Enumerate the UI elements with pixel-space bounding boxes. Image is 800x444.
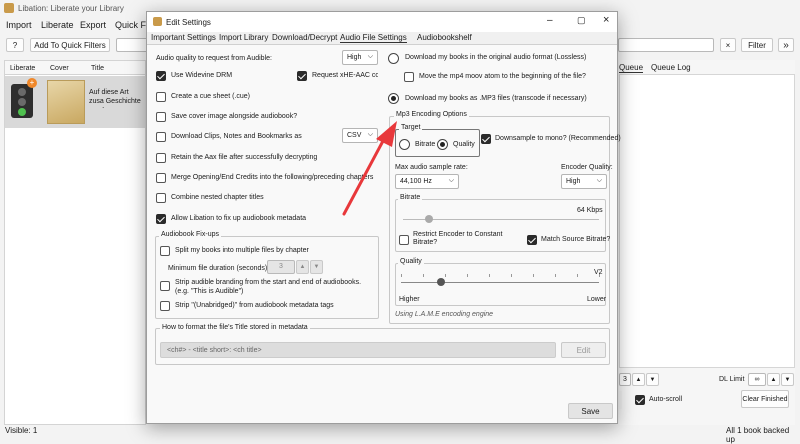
annotation-arrow-shaft bbox=[342, 139, 385, 216]
annotation-arrow-head bbox=[376, 121, 397, 147]
annotation-arrow bbox=[342, 121, 397, 216]
